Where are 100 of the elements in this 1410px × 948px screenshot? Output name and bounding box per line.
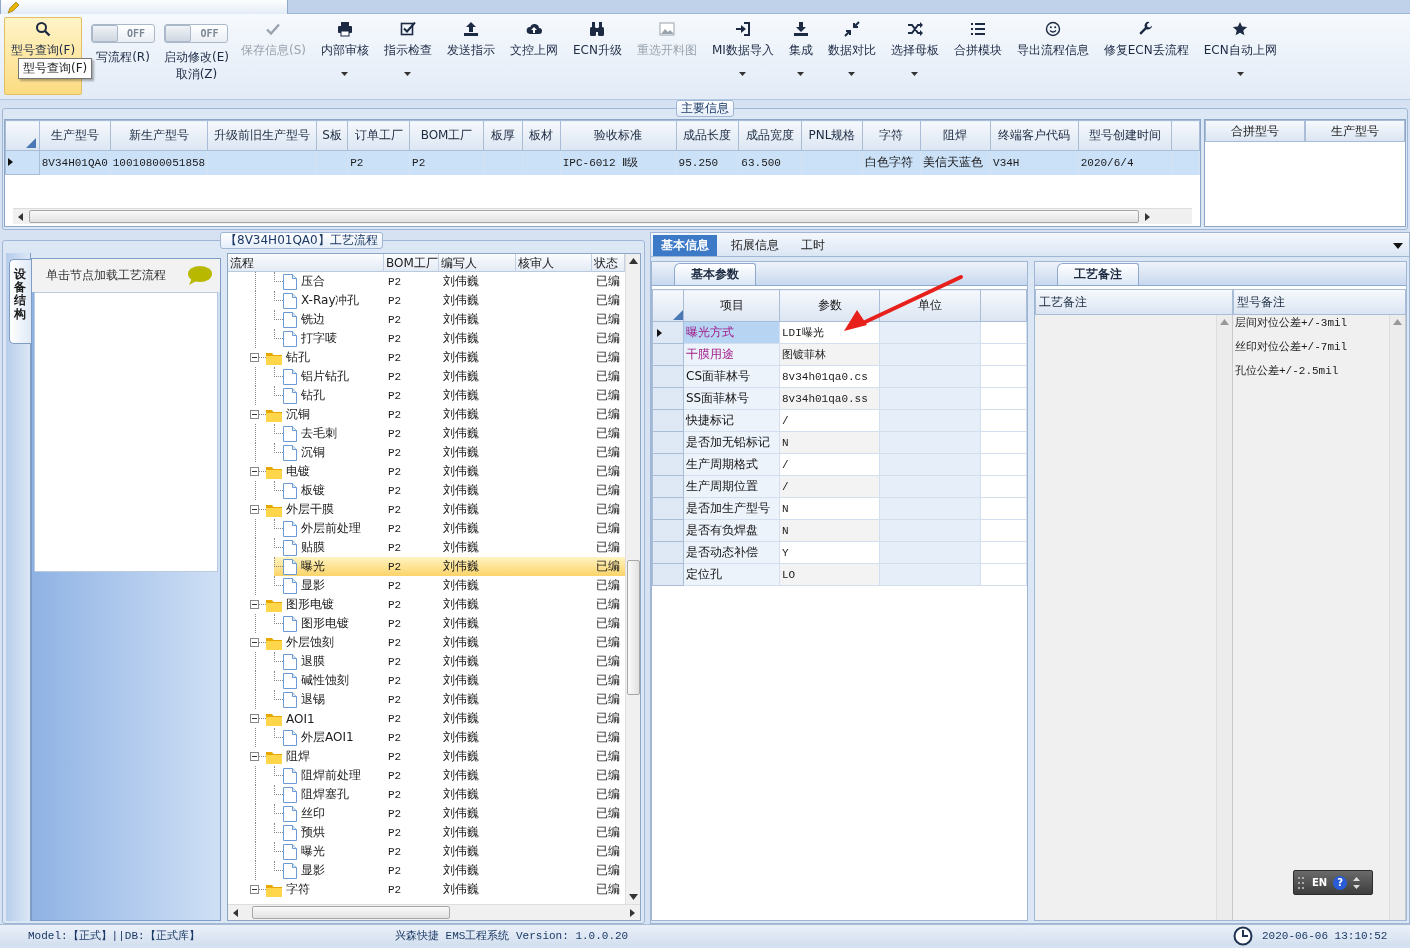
toolbar-button[interactable]: 发送指示 xyxy=(443,17,498,95)
toolbar-button[interactable]: 集成 xyxy=(785,17,816,95)
tree-node[interactable]: 外层蚀刻 xyxy=(286,634,334,651)
collapse-toggle-icon[interactable] xyxy=(250,467,259,476)
toolbar-button[interactable]: 数据对比 xyxy=(824,17,879,95)
column-header[interactable]: 新生产型号 xyxy=(110,120,208,151)
tree-node[interactable]: 退膜 xyxy=(301,653,325,670)
column-header[interactable]: 型号创建时间 xyxy=(1078,120,1172,151)
language-indicator[interactable]: EN xyxy=(1312,877,1328,888)
up-arrow-icon[interactable] xyxy=(628,258,638,264)
tree-node[interactable]: 曝光 xyxy=(301,843,325,860)
column-header[interactable]: 编写人 xyxy=(439,254,516,272)
tree-node[interactable]: 钻孔 xyxy=(286,349,310,366)
tree-node[interactable]: 预烘 xyxy=(301,824,325,841)
tree-node[interactable]: 阻焊塞孔 xyxy=(301,786,349,803)
vertical-scrollbar[interactable] xyxy=(1389,315,1405,920)
tree-node[interactable]: 去毛刺 xyxy=(301,425,337,442)
right-arrow-icon[interactable] xyxy=(1143,212,1151,221)
column-header[interactable]: 阻焊 xyxy=(920,120,991,151)
tree-node[interactable]: 图形电镀 xyxy=(286,596,334,613)
column-header[interactable]: 工艺备注 xyxy=(1035,289,1233,315)
tree-node[interactable]: 图形电镀 xyxy=(301,615,349,632)
vertical-scrollbar[interactable] xyxy=(1216,315,1232,920)
column-header[interactable]: 生产型号 xyxy=(39,120,111,151)
tree-node[interactable]: 阻焊 xyxy=(286,748,310,765)
toolbar-button[interactable]: 选择母板 xyxy=(887,17,942,95)
column-header[interactable]: BOM工厂 xyxy=(384,254,439,272)
tree-node[interactable]: 电镀 xyxy=(286,463,310,480)
column-header[interactable]: 板材 xyxy=(522,120,561,151)
tree-node[interactable]: 丝印 xyxy=(301,805,325,822)
column-header[interactable]: S板 xyxy=(316,120,348,151)
column-header[interactable]: PNL规格 xyxy=(801,120,863,151)
side-tab[interactable]: 设备结构 xyxy=(9,259,31,344)
tree-node[interactable]: 外层AOI1 xyxy=(301,729,354,746)
column-header[interactable]: 合拼型号 xyxy=(1205,120,1305,142)
collapse-toggle-icon[interactable] xyxy=(250,638,259,647)
vertical-scrollbar[interactable] xyxy=(625,254,640,904)
column-header[interactable]: 型号备注 xyxy=(1233,289,1406,315)
toolbar-button[interactable]: 修复ECN丢流程 xyxy=(1100,17,1192,95)
collapse-toggle-icon[interactable] xyxy=(250,600,259,609)
tree-node[interactable]: 钻孔 xyxy=(301,387,325,404)
tree-node[interactable]: 铝片钻孔 xyxy=(301,368,349,385)
toolbar-button[interactable]: MI数据导入 xyxy=(708,17,777,95)
collapse-toggle-icon[interactable] xyxy=(250,505,259,514)
collapse-toggle-icon[interactable] xyxy=(250,752,259,761)
column-header[interactable]: 验收标准 xyxy=(560,120,677,151)
column-header[interactable]: 字符 xyxy=(862,120,921,151)
tree-node[interactable]: 阻焊前处理 xyxy=(301,767,361,784)
toggle-switch[interactable]: OFF xyxy=(164,24,229,43)
column-header[interactable]: 核审人 xyxy=(516,254,592,272)
column-header[interactable]: 升级前旧生产型号 xyxy=(207,120,317,151)
down-arrow-icon[interactable] xyxy=(628,894,638,900)
table-row[interactable]: 8V34H01QA0 10010800051858 P2 P2 IPC-6012 Ⅱ级 95.250 63.500 白色字符 美信天蓝色 V34H 2020/6/4 xyxy=(5,150,1200,175)
column-header[interactable]: 成品宽度 xyxy=(738,120,802,151)
tree-node[interactable]: 曝光 xyxy=(301,558,325,575)
dropdown-icon[interactable] xyxy=(1393,242,1403,249)
toolbar-button[interactable]: 内部审核 xyxy=(317,17,372,95)
column-header[interactable]: 终端客户代码 xyxy=(990,120,1079,151)
scroll-thumb[interactable] xyxy=(252,906,450,919)
tree-node[interactable]: 外层前处理 xyxy=(301,520,361,537)
column-header[interactable]: 生产型号 xyxy=(1305,120,1405,142)
collapse-toggle-icon[interactable] xyxy=(250,714,259,723)
options-icon[interactable] xyxy=(1353,875,1361,890)
tree-node[interactable]: 压合 xyxy=(301,273,325,290)
horizontal-scrollbar[interactable] xyxy=(13,208,1192,224)
column-header[interactable]: 单位 xyxy=(879,289,981,322)
collapse-toggle-icon[interactable] xyxy=(250,410,259,419)
tree-node[interactable]: 打字唛 xyxy=(301,330,337,347)
tree-node[interactable]: 板镀 xyxy=(301,482,325,499)
tree-node[interactable]: 铣边 xyxy=(301,311,325,328)
tree-node[interactable]: 字符 xyxy=(286,881,310,898)
column-header[interactable]: BOM工厂 xyxy=(409,120,484,151)
horizontal-scrollbar[interactable] xyxy=(228,904,640,920)
column-header[interactable]: 板厚 xyxy=(483,120,523,151)
column-header[interactable]: 参数 xyxy=(779,289,880,322)
tree-node[interactable]: 贴膜 xyxy=(301,539,325,556)
tree-node[interactable]: 显影 xyxy=(301,577,325,594)
collapse-toggle-icon[interactable] xyxy=(250,885,259,894)
column-header[interactable]: 项目 xyxy=(683,289,780,322)
panel-tab[interactable]: 基本参数 xyxy=(674,263,756,285)
tree-node[interactable]: 显影 xyxy=(301,862,325,879)
left-arrow-icon[interactable] xyxy=(17,212,25,221)
tree-node[interactable]: 沉铜 xyxy=(301,444,325,461)
language-bar[interactable]: EN ? xyxy=(1293,870,1373,895)
tab[interactable]: 拓展信息 xyxy=(723,235,787,256)
toolbar-button[interactable]: 导出流程信息 xyxy=(1013,17,1092,95)
left-arrow-icon[interactable] xyxy=(232,908,240,917)
toolbar-button[interactable]: 合拼模块 xyxy=(950,17,1005,95)
toolbar-button[interactable]: 文控上网 xyxy=(506,17,561,95)
tree-node[interactable]: 退锡 xyxy=(301,691,325,708)
scroll-thumb[interactable] xyxy=(29,210,1139,223)
right-arrow-icon[interactable] xyxy=(628,908,636,917)
tab[interactable]: 基本信息 xyxy=(653,235,717,256)
toolbar-button[interactable]: ECN自动上网 xyxy=(1200,17,1280,95)
column-header[interactable]: 订单工厂 xyxy=(347,120,410,151)
column-header[interactable]: 流程 xyxy=(228,254,384,272)
panel-tab[interactable]: 工艺备注 xyxy=(1057,263,1139,285)
tree-node[interactable]: 沉铜 xyxy=(286,406,310,423)
collapse-toggle-icon[interactable] xyxy=(250,353,259,362)
column-header[interactable]: 成品长度 xyxy=(676,120,739,151)
